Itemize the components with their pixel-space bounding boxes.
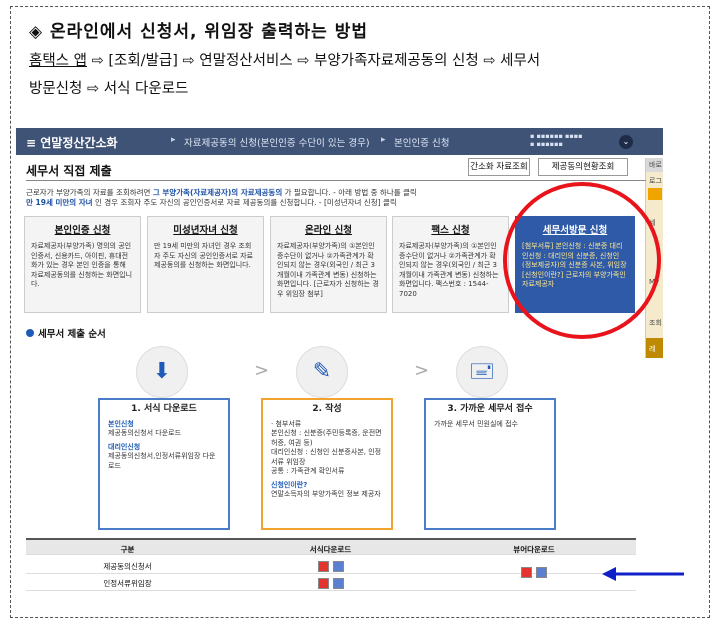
intro-text: 근로자가 부양가족의 자료를 조회하려면 <box>26 188 151 197</box>
arrow-icon: ⇨ <box>182 53 195 69</box>
breadcrumb-item[interactable]: 본인인증 신청 <box>394 135 449 149</box>
step-submit-box: 3. 가까운 세무서 접수 가까운 세무서 민원실에 접수 <box>424 398 556 530</box>
table-row: 인정서류위임장 <box>26 574 636 591</box>
step-line: 제공동의신청서,인정서류위임장 다운로드 <box>108 452 216 470</box>
divider <box>26 180 646 181</box>
form-name: 인정서류위임장 <box>103 579 152 588</box>
brand-title[interactable]: ≡ 연말정산간소화 <box>26 134 118 151</box>
chevron-right-icon: > <box>414 360 430 381</box>
pdf-file-icon[interactable] <box>317 561 329 572</box>
step-title: 2. 작성 <box>312 404 342 414</box>
step-line: 연말소득자의 부양가족인 정보 제공자 <box>271 490 381 498</box>
brand-label: 연말정산간소화 <box>40 136 118 150</box>
quick-menu-label: 바로 <box>649 161 662 169</box>
intro-emphasis: 만 19세 미만의 자녀 <box>26 198 93 207</box>
arrow-icon: ⇨ <box>91 53 104 69</box>
diamond-bullet-icon: ◈ <box>29 22 44 42</box>
card-body: 자료제공자(부양가족)의 ①본인인증수단이 없거나 ②가족관계가 확인되지 않는… <box>277 242 379 298</box>
step-line: · 첨부서류 <box>271 419 302 428</box>
path-step: 방문신청 <box>29 81 83 97</box>
step-line: 본인신청 <box>108 419 134 428</box>
quick-menu-label: 조회 <box>649 319 662 327</box>
bullet-dot-icon <box>26 329 34 337</box>
menu-icon[interactable]: ≡ <box>26 136 36 150</box>
card-title[interactable]: 미성년자녀 신청 <box>154 222 257 236</box>
column-header: 구분 <box>120 545 135 554</box>
table-header-row: 구분 서식다운로드 뷰어다운로드 <box>26 538 636 555</box>
breadcrumb-separator-icon: ▸ <box>381 135 386 145</box>
pencil-icon: ✎ <box>296 346 348 398</box>
intro-text: 가 필요합니다. - 아래 방법 중 하나를 클릭 <box>284 188 417 197</box>
step-write-box: 2. 작성 · 첨부서류 본인신청 : 신분증(주민등록증, 운전면허증, 여권… <box>261 398 393 530</box>
breadcrumb-separator-icon: ▸ <box>171 135 176 145</box>
quick-menu-label: 로그 <box>649 177 662 185</box>
card-body: 자료제공자(부양가족) 명의의 공인인증서, 신용카드, 아이핀, 휴대전화가 … <box>31 242 133 288</box>
download-icon: ⬇ <box>136 346 188 398</box>
intro-text: 인 경우 조회자 주도 자신의 공인인증서로 자료 제공동의를 신청합니다. -… <box>94 198 397 207</box>
path-step: 부양가족자료제공동의 신청 <box>314 53 479 69</box>
intro-emphasis: 그 부양가족(자료제공자)의 자료제공동의 <box>152 188 283 197</box>
form-download-cell <box>229 578 432 589</box>
card-title[interactable]: 본인인증 신청 <box>31 222 134 236</box>
card-body: 자료제공자(부양가족)의 ①본인인증수단이 없거나 ②가족관계가 확인되지 않는… <box>399 242 499 298</box>
card-title[interactable]: 온라인 신청 <box>277 222 380 236</box>
breadcrumb-item[interactable]: 자료제공동의 신청(본인인증 수단이 있는 경우) <box>184 135 370 149</box>
step-line: 공통 : 가족관계 확인서류 <box>271 467 345 475</box>
step-line: 본인신청 : 신분증(주민등록증, 운전면허증, 여권 등) <box>271 429 382 447</box>
simplified-data-lookup-button[interactable]: 간소화 자료조회 <box>468 158 530 176</box>
hwp-file-icon[interactable] <box>332 578 344 589</box>
embedded-screenshot: ≡ 연말정산간소화 ▸ 자료제공동의 신청(본인인증 수단이 있는 경우) ▸ … <box>16 128 663 615</box>
card-title[interactable]: 팩스 신청 <box>399 222 502 236</box>
section-heading-text: 세무서 제출 순서 <box>38 329 106 340</box>
step-download-box: 1. 서식 다운로드 본인신청 제공동의신청서 다운로드 대리인신청 제공동의신… <box>98 398 230 530</box>
navigation-path-line-1: 홈택스 앱 ⇨ [조회/발급] ⇨ 연말정산서비스 ⇨ 부양가족자료제공동의 신… <box>29 49 540 70</box>
section-heading: 세무서 제출 순서 <box>26 326 106 340</box>
heading-text: 온라인에서 신청서, 위임장 출력하는 방법 <box>50 22 369 42</box>
pdf-file-icon[interactable] <box>317 578 329 589</box>
path-step: 서식 다운로드 <box>103 81 189 97</box>
step-title: 1. 서식 다운로드 <box>131 404 197 414</box>
form-download-cell <box>229 561 432 572</box>
step-line: 대리인신청 : 신청인 신분증사본, 인정서류 위임장 <box>271 448 382 466</box>
consent-status-lookup-button[interactable]: 제공동의현황조회 <box>538 158 628 176</box>
chevron-right-icon: > <box>254 360 270 381</box>
step-title: 3. 가까운 세무서 접수 <box>447 404 533 414</box>
column-header: 서식다운로드 <box>309 545 352 554</box>
path-step: [조회/발급] <box>108 53 178 69</box>
card-body: 만 19세 미만의 자녀인 경우 조회자 주도 자신의 공인인증서로 자료 제공… <box>154 242 254 269</box>
quick-menu-badge[interactable] <box>648 188 662 200</box>
form-name: 제공동의신청서 <box>103 562 152 571</box>
step-line: 가까운 세무서 민원실에 접수 <box>434 419 518 428</box>
arrow-icon: ⇨ <box>483 53 496 69</box>
page-title: 세무서 직접 제출 <box>26 164 112 178</box>
path-step: 세무서 <box>500 53 541 69</box>
red-highlight-circle <box>503 182 661 339</box>
quick-menu-label: 레 <box>649 345 656 353</box>
card-online[interactable]: 온라인 신청 자료제공자(부양가족)의 ①본인인증수단이 없거나 ②가족관계가 … <box>270 216 387 313</box>
card-minor-child[interactable]: 미성년자녀 신청 만 19세 미만의 자녀인 경우 조회자 주도 자신의 공인인… <box>147 216 264 313</box>
blue-pointer-arrow-icon <box>602 567 684 581</box>
hwp-file-icon[interactable] <box>332 561 344 572</box>
path-step: 홈택스 앱 <box>29 53 87 69</box>
arrow-icon: ⇨ <box>86 81 100 97</box>
top-navigation-bar: ≡ 연말정산간소화 ▸ 자료제공동의 신청(본인인증 수단이 있는 경우) ▸ … <box>16 128 663 155</box>
step-line: 제공동의신청서 다운로드 <box>108 429 182 437</box>
column-header: 뷰어다운로드 <box>513 545 555 554</box>
chevron-down-icon[interactable]: ⌄ <box>619 135 633 149</box>
card-identity-verification[interactable]: 본인인증 신청 자료제공자(부양가족) 명의의 공인인증서, 신용카드, 아이핀… <box>24 216 141 313</box>
step-line: 대리인신청 <box>108 442 141 451</box>
section-heading: ◈ 온라인에서 신청서, 위임장 출력하는 방법 <box>29 17 368 42</box>
navigation-path-line-2: 방문신청 ⇨ 서식 다운로드 <box>29 77 188 98</box>
table-row: 제공동의신청서 <box>26 557 636 578</box>
path-step: 연말정산서비스 <box>199 53 293 69</box>
arrow-icon: ⇨ <box>297 53 310 69</box>
topbar-small-text: ▪ ▪▪▪▪▪▪ ▪▪▪▪ ▪ ▪▪▪▪▪▪ <box>530 132 583 148</box>
step-line: 신청인이란? <box>271 480 308 489</box>
office-icon: 🖃 <box>456 346 508 398</box>
card-fax[interactable]: 팩스 신청 자료제공자(부양가족)의 ①본인인증수단이 없거나 ②가족관계가 확… <box>392 216 509 313</box>
